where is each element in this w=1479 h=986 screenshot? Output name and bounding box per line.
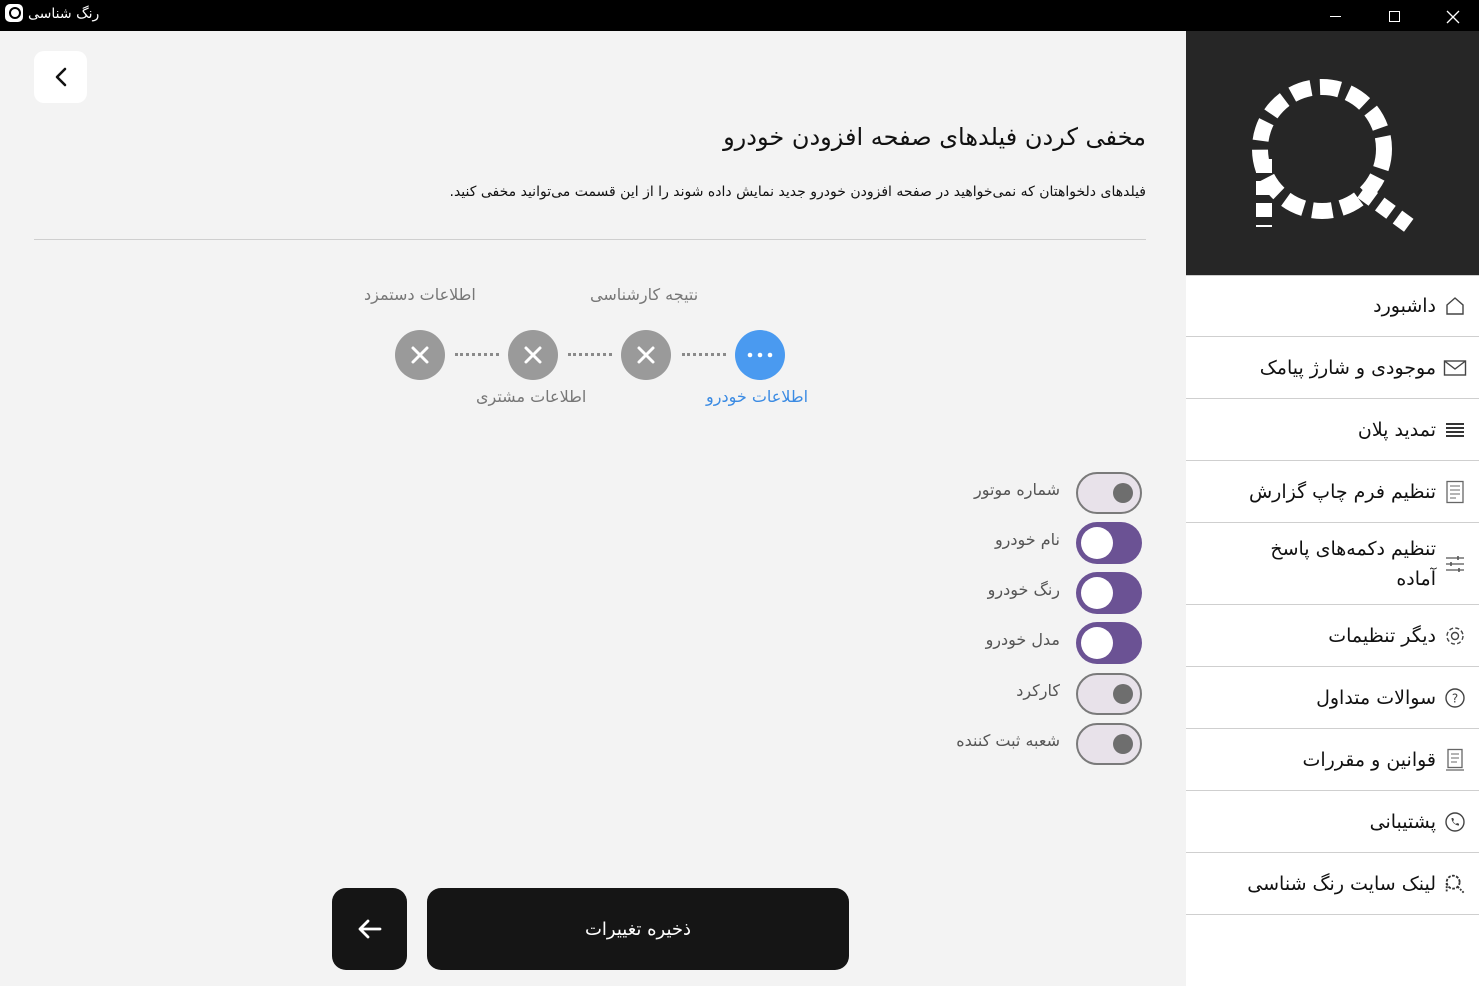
- step-customer-info[interactable]: [508, 330, 558, 380]
- field-row-car-color: رنگ خودرو: [900, 572, 1142, 614]
- logo-link-icon: [1443, 872, 1467, 896]
- minimize-button[interactable]: [1306, 0, 1364, 31]
- back-button[interactable]: [34, 51, 87, 103]
- svg-text:?: ?: [1452, 691, 1458, 705]
- main-panel: مخفی کردن فیلدهای صفحه افزودن خودرو فیلد…: [0, 31, 1186, 986]
- chevron-left-icon: [55, 67, 66, 87]
- step-inspection-result[interactable]: [621, 330, 671, 380]
- sliders-icon: [1443, 552, 1467, 576]
- field-label: کارکرد: [1016, 681, 1060, 700]
- sidebar-item-renew-plan[interactable]: تمدید پلان: [1186, 399, 1479, 461]
- minimize-icon: [1329, 16, 1341, 17]
- whatsapp-icon: [1443, 810, 1467, 834]
- field-label: شماره موتور: [973, 480, 1060, 499]
- window-titlebar: رنگ شناسی: [0, 0, 1479, 31]
- divider: [34, 239, 1146, 240]
- sidebar-item-report-form[interactable]: تنظیم فرم چاپ گزارش: [1186, 461, 1479, 523]
- sidebar-item-label: دیگر تنظیمات: [1328, 624, 1436, 647]
- sidebar-item-website-link[interactable]: لینک سایت رنگ شناسی: [1186, 853, 1479, 915]
- sidebar-item-sms-balance[interactable]: موجودی و شارژ پیامک: [1186, 337, 1479, 399]
- sidebar-item-quick-reply-buttons[interactable]: تنظیم دکمه‌های پاسخ آماده: [1186, 523, 1479, 605]
- sidebar-item-support[interactable]: پشتیبانی: [1186, 791, 1479, 853]
- close-icon: [1446, 10, 1460, 23]
- x-icon: [524, 346, 542, 364]
- field-label: مدل خودرو: [985, 630, 1060, 649]
- page-description: فیلدهای دلخواهتان که نمی‌خواهید در صفحه …: [449, 184, 1147, 200]
- report-icon: [1443, 480, 1467, 504]
- next-step-button[interactable]: [332, 888, 407, 970]
- sidebar-item-label: موجودی و شارژ پیامک: [1259, 356, 1436, 379]
- question-icon: ?: [1443, 686, 1467, 710]
- sidebar-item-label: تنظیم دکمه‌های پاسخ آماده: [1270, 537, 1436, 590]
- brand-logo: [1186, 31, 1479, 275]
- sidebar-item-other-settings[interactable]: دیگر تنظیمات: [1186, 605, 1479, 667]
- x-icon: [637, 346, 655, 364]
- field-row-engine-number: شماره موتور: [900, 472, 1142, 514]
- toggle-mileage[interactable]: [1076, 673, 1142, 715]
- field-row-mileage: کارکرد: [900, 673, 1142, 715]
- sidebar-item-label: لینک سایت رنگ شناسی: [1247, 872, 1436, 895]
- sidebar-item-terms[interactable]: قوانین و مقررات: [1186, 729, 1479, 791]
- sidebar-item-dashboard[interactable]: داشبورد: [1186, 275, 1479, 337]
- page-title: مخفی کردن فیلدهای صفحه افزودن خودرو: [723, 123, 1146, 151]
- sidebar: داشبورد موجودی و شارژ پیامک تمدید پلان ت…: [1186, 31, 1479, 986]
- field-row-car-model: مدل خودرو: [900, 622, 1142, 664]
- field-label: رنگ خودرو: [987, 580, 1060, 599]
- more-dots-icon: [747, 352, 773, 358]
- sidebar-item-label: تمدید پلان: [1357, 418, 1436, 441]
- sidebar-item-faq[interactable]: ? سوالات متداول: [1186, 667, 1479, 729]
- toggle-car-name[interactable]: [1076, 522, 1142, 564]
- step-label-wage-info: اطلاعات دستمزد: [364, 285, 476, 304]
- document-icon: [1443, 748, 1467, 772]
- step-connector: [568, 353, 612, 357]
- field-row-registering-branch: شعبه ثبت کننده: [900, 723, 1142, 765]
- step-label-inspection-result: نتیجه کارشناسی: [590, 285, 699, 304]
- step-connector: [682, 353, 726, 357]
- field-row-car-name: نام خودرو: [900, 522, 1142, 564]
- step-wage-info[interactable]: [395, 330, 445, 380]
- sidebar-item-label: سوالات متداول: [1316, 686, 1436, 709]
- maximize-icon: [1388, 11, 1400, 22]
- toggle-car-model[interactable]: [1076, 622, 1142, 664]
- window-title: رنگ شناسی: [28, 6, 100, 22]
- step-connector: [455, 353, 499, 357]
- field-label: شعبه ثبت کننده: [956, 731, 1060, 750]
- field-label: نام خودرو: [994, 530, 1060, 549]
- step-label-car-info: اطلاعات خودرو: [706, 387, 809, 406]
- sidebar-item-label: داشبورد: [1373, 295, 1436, 317]
- home-icon: [1443, 294, 1467, 318]
- brand-logo-icon: [1252, 79, 1416, 234]
- toggle-engine-number[interactable]: [1076, 472, 1142, 514]
- arrow-left-icon: [358, 919, 381, 939]
- step-label-customer-info: اطلاعات مشتری: [476, 387, 587, 406]
- close-button[interactable]: [1424, 0, 1479, 31]
- step-car-info[interactable]: [735, 330, 785, 380]
- sidebar-menu: داشبورد موجودی و شارژ پیامک تمدید پلان ت…: [1186, 275, 1479, 915]
- sidebar-item-label: تنظیم فرم چاپ گزارش: [1248, 480, 1436, 503]
- sidebar-item-label: قوانین و مقررات: [1302, 748, 1436, 771]
- x-icon: [411, 346, 429, 364]
- maximize-button[interactable]: [1365, 0, 1423, 31]
- save-button[interactable]: ذخیره تغییرات: [427, 888, 849, 970]
- gear-icon: [1443, 624, 1467, 648]
- toggle-registering-branch[interactable]: [1076, 723, 1142, 765]
- sidebar-item-label: پشتیبانی: [1369, 810, 1436, 833]
- app-logo-icon: [5, 4, 23, 22]
- toggle-car-color[interactable]: [1076, 572, 1142, 614]
- mail-icon: [1443, 356, 1467, 380]
- list-icon: [1443, 418, 1467, 442]
